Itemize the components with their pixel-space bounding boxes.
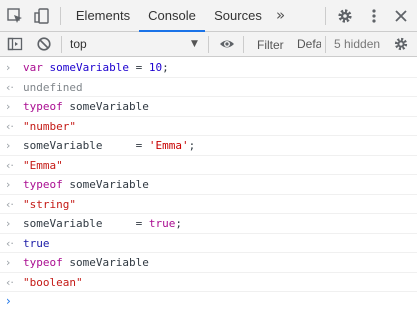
- console-settings-gear-icon[interactable]: [393, 36, 409, 52]
- console-output-row: ‹· "number": [0, 117, 417, 136]
- console-input-row: › typeof someVariable: [0, 175, 417, 195]
- console-input-row: › var someVariable = 10;: [0, 58, 417, 78]
- hidden-messages-count: 5 hidden: [334, 37, 381, 51]
- code-token: 10: [148, 61, 163, 74]
- console-output-row: ‹· undefined: [0, 78, 417, 97]
- code-token: undefined: [23, 80, 83, 94]
- tab-elements[interactable]: Elements: [69, 0, 137, 31]
- code-token: "Emma": [23, 158, 63, 172]
- input-prompt-icon: ›: [6, 61, 11, 74]
- console-input-row: › typeof someVariable: [0, 97, 417, 117]
- more-tabs-button[interactable]: »: [276, 7, 292, 25]
- show-sidebar-icon[interactable]: [7, 36, 23, 52]
- code-token: var: [23, 61, 43, 74]
- code-token: ;: [188, 139, 196, 152]
- input-prompt-icon: ›: [6, 100, 11, 113]
- toolbar-divider: [61, 36, 62, 53]
- live-expression-icon[interactable]: [219, 36, 235, 52]
- tab-sources[interactable]: Sources: [207, 0, 269, 31]
- tab-console[interactable]: Console: [139, 0, 205, 32]
- code-token: true: [23, 236, 50, 250]
- devtools-tab-bar: Elements Console Sources »: [0, 0, 417, 32]
- gear-icon[interactable]: [336, 7, 354, 25]
- console-output-row: ‹· true: [0, 234, 417, 253]
- input-prompt-icon: ›: [6, 139, 11, 152]
- code-token: someVariable: [62, 256, 149, 269]
- code-token: someVariable =: [23, 217, 149, 230]
- input-prompt-icon: ›: [6, 178, 11, 191]
- console-input-code: someVariable = true;: [23, 214, 182, 233]
- console-input-row: › someVariable = true;: [0, 214, 417, 234]
- prompt-caret-icon: ›: [6, 294, 11, 308]
- console-messages: › var someVariable = 10; ‹· undefined › typeo…: [0, 58, 417, 336]
- toolbar-divider: [208, 36, 209, 53]
- code-token: someVariable: [49, 61, 129, 74]
- input-prompt-icon: ›: [6, 217, 11, 230]
- code-token: someVariable =: [23, 139, 149, 152]
- toolbar-divider: [243, 36, 244, 53]
- clear-console-icon[interactable]: [36, 36, 52, 52]
- console-output-value: "boolean": [23, 273, 83, 292]
- toolbar-divider: [60, 7, 61, 25]
- code-token: someVariable: [62, 100, 149, 113]
- console-input-code: var someVariable = 10;: [23, 58, 169, 77]
- code-token: typeof: [23, 100, 63, 113]
- console-output-value: undefined: [23, 78, 83, 97]
- output-prompt-icon: ‹·: [6, 119, 14, 133]
- context-selector[interactable]: top: [70, 36, 87, 52]
- code-token: "number": [23, 119, 76, 133]
- console-output-value: "string": [23, 195, 76, 214]
- output-prompt-icon: ‹·: [6, 197, 14, 211]
- console-output-value: "Emma": [23, 156, 63, 175]
- console-output-row: ‹· "boolean": [0, 273, 417, 292]
- console-prompt-input[interactable]: ›: [0, 292, 417, 314]
- code-token: typeof: [23, 178, 63, 191]
- console-input-code: typeof someVariable: [23, 175, 149, 194]
- output-prompt-icon: ‹·: [6, 236, 14, 250]
- console-toolbar: top ▼ Default levels 5 hidden: [0, 32, 417, 57]
- code-token: 'Emma': [148, 139, 189, 152]
- code-token: "boolean": [23, 275, 83, 289]
- device-toolbar-icon[interactable]: [33, 7, 51, 25]
- code-token: ;: [175, 217, 182, 230]
- chevron-down-icon[interactable]: ▼: [191, 37, 198, 51]
- code-token: "string": [23, 197, 76, 211]
- code-token: typeof: [23, 256, 63, 269]
- console-output-value: true: [23, 234, 50, 253]
- input-prompt-icon: ›: [6, 256, 11, 269]
- console-input-row: › typeof someVariable: [0, 253, 417, 273]
- output-prompt-icon: ‹·: [6, 80, 14, 94]
- console-input-code: typeof someVariable: [23, 97, 149, 116]
- inspect-element-icon[interactable]: [6, 7, 24, 25]
- console-output-value: "number": [23, 117, 76, 136]
- toolbar-divider: [325, 7, 326, 25]
- console-input-row: › someVariable = 'Emma';: [0, 136, 417, 156]
- close-icon[interactable]: [392, 7, 410, 25]
- kebab-menu-icon[interactable]: [365, 7, 383, 25]
- code-token: true: [148, 217, 176, 230]
- code-token: someVariable: [62, 178, 149, 191]
- code-token: ;: [162, 61, 169, 74]
- output-prompt-icon: ‹·: [6, 158, 14, 172]
- console-output-row: ‹· "string": [0, 195, 417, 214]
- console-input-code: someVariable = 'Emma';: [23, 136, 195, 155]
- code-token: =: [128, 61, 149, 74]
- console-output-row: ‹· "Emma": [0, 156, 417, 175]
- output-prompt-icon: ‹·: [6, 275, 14, 289]
- toolbar-divider: [325, 36, 326, 53]
- log-levels-dropdown[interactable]: Default levels: [297, 36, 321, 52]
- console-input-code: typeof someVariable: [23, 253, 149, 272]
